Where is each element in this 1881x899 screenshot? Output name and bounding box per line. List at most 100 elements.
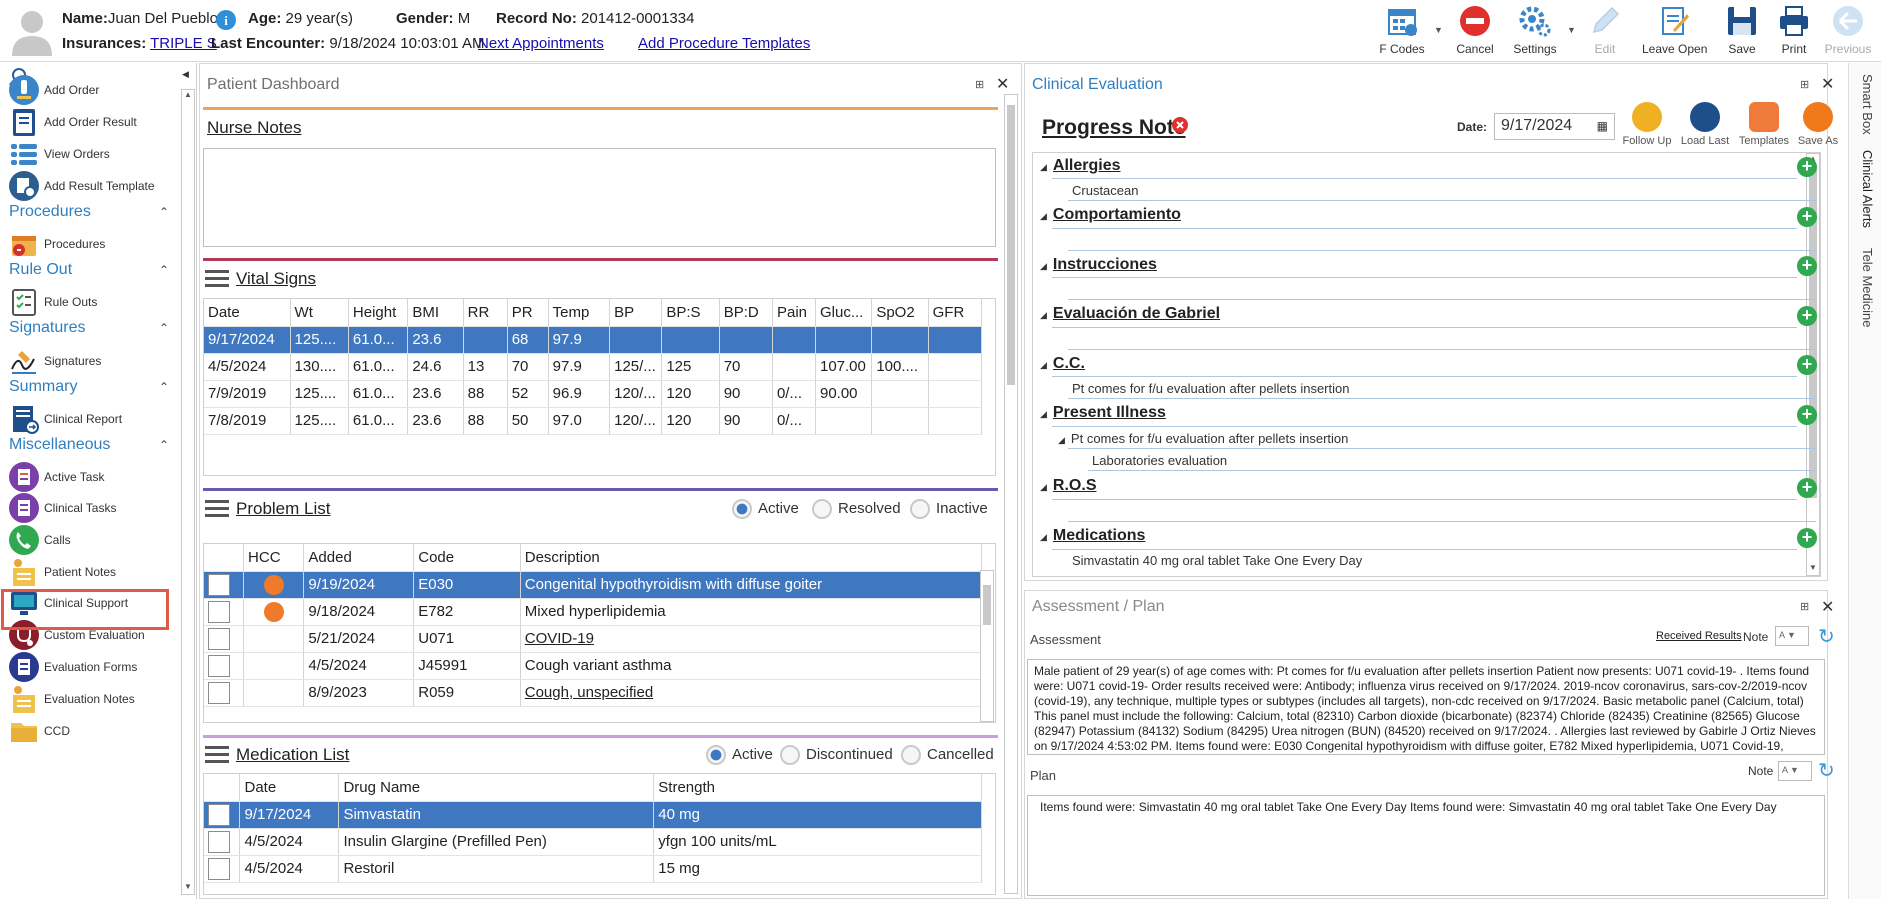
add-ros-icon[interactable]: + [1797, 478, 1817, 498]
table-row[interactable]: 4/5/2024 130.... 61.0... 24.6 13 70 97.9 125/..… [204, 353, 983, 381]
med-filter-discontinued-radio[interactable]: Discontinued [780, 745, 893, 765]
collapse-triangle-icon[interactable]: ◢ [1040, 261, 1047, 271]
row-checkbox-cell[interactable] [204, 801, 241, 829]
row-checkbox-cell[interactable] [204, 828, 241, 856]
column-header[interactable]: Description [520, 544, 983, 572]
column-header[interactable]: Temp [548, 299, 611, 327]
table-row[interactable]: 9/19/2024 E030 Congenital hypothyroidism w… [204, 571, 983, 599]
sidebar-item-ccd[interactable]: CCD [8, 714, 178, 748]
tab-tele-medicine[interactable]: Tele Medicine [1860, 248, 1875, 328]
column-header[interactable]: Code [413, 544, 521, 572]
row-checkbox[interactable] [208, 627, 230, 650]
sidebar-item-evaluation-forms[interactable]: Evaluation Forms [8, 650, 178, 684]
present-illness-subitem[interactable]: Laboratories evaluation [1092, 453, 1227, 468]
column-header[interactable]: BP:S [661, 299, 720, 327]
received-results-link[interactable]: Received Results [1656, 630, 1742, 642]
section-cc[interactable]: ◢ C.C. [1040, 355, 1085, 373]
note-format-dropdown[interactable]: A ▼ [1775, 626, 1809, 646]
column-header[interactable]: Date [239, 774, 340, 802]
filter-inactive-radio[interactable]: Inactive [910, 499, 988, 519]
column-header[interactable]: RR [463, 299, 508, 327]
row-checkbox[interactable] [208, 803, 230, 826]
refresh-icon[interactable]: ↻ [1818, 758, 1835, 783]
collapse-triangle-icon[interactable]: ◢ [1040, 482, 1047, 492]
info-icon[interactable]: i [216, 10, 236, 30]
column-header[interactable]: Gluc... [815, 299, 873, 327]
collapse-sidebar-icon[interactable]: ◀ [182, 69, 189, 80]
pin-icon[interactable]: ⊞ [975, 78, 984, 91]
collapse-triangle-icon[interactable]: ◢ [1040, 310, 1047, 320]
column-header[interactable]: GFR [928, 299, 983, 327]
remove-icon[interactable] [1172, 117, 1188, 133]
section-ros[interactable]: ◢ R.O.S [1040, 477, 1096, 495]
row-checkbox[interactable] [208, 857, 230, 880]
table-row[interactable]: 9/17/2024 125.... 61.0... 23.6 68 97.9 [204, 326, 983, 354]
rule-out-section-header[interactable]: Rule Out ⌃ [9, 261, 169, 279]
collapse-triangle-icon[interactable]: ◢ [1040, 360, 1047, 370]
summary-section-header[interactable]: Summary ⌃ [9, 378, 169, 396]
insurance-link[interactable]: TRIPLE S [150, 35, 217, 52]
add-present-illness-icon[interactable]: + [1797, 405, 1817, 425]
cc-item[interactable]: Pt comes for f/u evaluation after pellet… [1072, 381, 1349, 396]
table-row[interactable]: 5/21/2024 U071 COVID-19 [204, 625, 983, 653]
next-appointments-link[interactable]: Next Appointments [478, 35, 604, 52]
fcodes-button[interactable]: F Codes [1372, 4, 1432, 60]
save-button[interactable]: Save [1712, 4, 1772, 60]
cancel-button[interactable]: Cancel [1445, 4, 1505, 60]
table-row[interactable]: 8/9/2023 R059 Cough, unspecified [204, 679, 983, 707]
pin-icon[interactable]: ⊞ [1800, 78, 1809, 91]
dashboard-scrollbar[interactable] [1004, 94, 1018, 894]
menu-icon[interactable] [205, 744, 229, 764]
section-present-illness[interactable]: ◢ Present Illness [1040, 404, 1166, 422]
table-row[interactable]: 4/5/2024 Restoril 15 mg [204, 855, 982, 883]
column-header[interactable]: Strength [653, 774, 982, 802]
close-icon[interactable]: ✕ [1821, 597, 1834, 617]
row-checkbox-cell[interactable] [204, 571, 245, 599]
miscellaneous-section-header[interactable]: Miscellaneous ⌃ [9, 436, 169, 454]
tab-smart-box[interactable]: Smart Box [1860, 74, 1875, 135]
plan-format-dropdown[interactable]: A ▼ [1778, 761, 1812, 781]
table-row[interactable]: 9/18/2024 E782 Mixed hyperlipidemia [204, 598, 983, 626]
print-button[interactable]: Print [1764, 4, 1824, 60]
table-row[interactable]: 7/9/2019 125.... 61.0... 23.6 88 52 96.9 120/..… [204, 380, 983, 408]
close-icon[interactable]: ✕ [996, 74, 1009, 94]
sidebar-item-clinical-tasks[interactable]: Clinical Tasks [8, 491, 178, 525]
menu-icon[interactable] [205, 498, 229, 518]
table-row[interactable]: 4/5/2024 Insulin Glargine (Prefilled Pen)… [204, 828, 982, 856]
collapse-triangle-icon[interactable]: ◢ [1040, 409, 1047, 419]
row-checkbox[interactable] [208, 681, 230, 704]
previous-button[interactable]: Previous [1818, 4, 1878, 60]
table-row[interactable]: 4/5/2024 J45991 Cough variant asthma [204, 652, 983, 680]
section-comportamiento[interactable]: ◢ Comportamiento [1040, 206, 1181, 224]
sidebar-item-add-order-result[interactable]: Add Order Result [8, 105, 178, 139]
column-header[interactable]: PR [507, 299, 549, 327]
templates-button[interactable]: Templates [1736, 102, 1792, 147]
add-allergies-icon[interactable]: + [1797, 157, 1817, 177]
sidebar-scrollbar[interactable]: ▲ ▼ [181, 89, 195, 895]
sidebar-item-add-result-template[interactable]: Add Result Template [8, 169, 178, 203]
fcodes-dropdown-icon[interactable]: ▼ [1434, 25, 1443, 35]
follow-up-button[interactable]: Follow Up [1619, 102, 1675, 147]
medication-item[interactable]: Simvastatin 40 mg oral tablet Take One E… [1072, 553, 1362, 568]
plan-textarea[interactable]: Items found were: Simvastatin 40 mg oral… [1027, 795, 1825, 896]
add-medications-icon[interactable]: + [1797, 528, 1817, 548]
column-header[interactable]: BP:D [719, 299, 773, 327]
procedures-section-header[interactable]: Procedures ⌃ [9, 203, 169, 221]
column-header[interactable]: Date [204, 299, 291, 327]
row-checkbox-cell[interactable] [204, 625, 245, 653]
sidebar-item-active-task[interactable]: Active Task [8, 460, 178, 494]
edit-button[interactable]: Edit [1575, 4, 1635, 60]
sidebar-item-patient-notes[interactable]: Patient Notes [8, 555, 178, 589]
row-checkbox[interactable] [208, 573, 230, 596]
problem-scrollbar[interactable] [980, 570, 994, 722]
add-procedure-templates-link[interactable]: Add Procedure Templates [638, 35, 810, 52]
scroll-down-icon[interactable]: ▼ [182, 882, 194, 894]
row-checkbox-cell[interactable] [204, 598, 245, 626]
column-header[interactable]: HCC [243, 544, 305, 572]
med-filter-active-radio[interactable]: Active [706, 745, 773, 765]
sidebar-item-add-order[interactable]: Add Order [8, 73, 178, 107]
pin-icon[interactable]: ⊞ [1800, 600, 1809, 613]
section-medications[interactable]: ◢ Medications [1040, 527, 1145, 545]
assessment-textarea[interactable]: Male patient of 29 year(s) of age comes … [1027, 659, 1825, 755]
sidebar-item-clinical-report[interactable]: Clinical Report [8, 402, 178, 436]
